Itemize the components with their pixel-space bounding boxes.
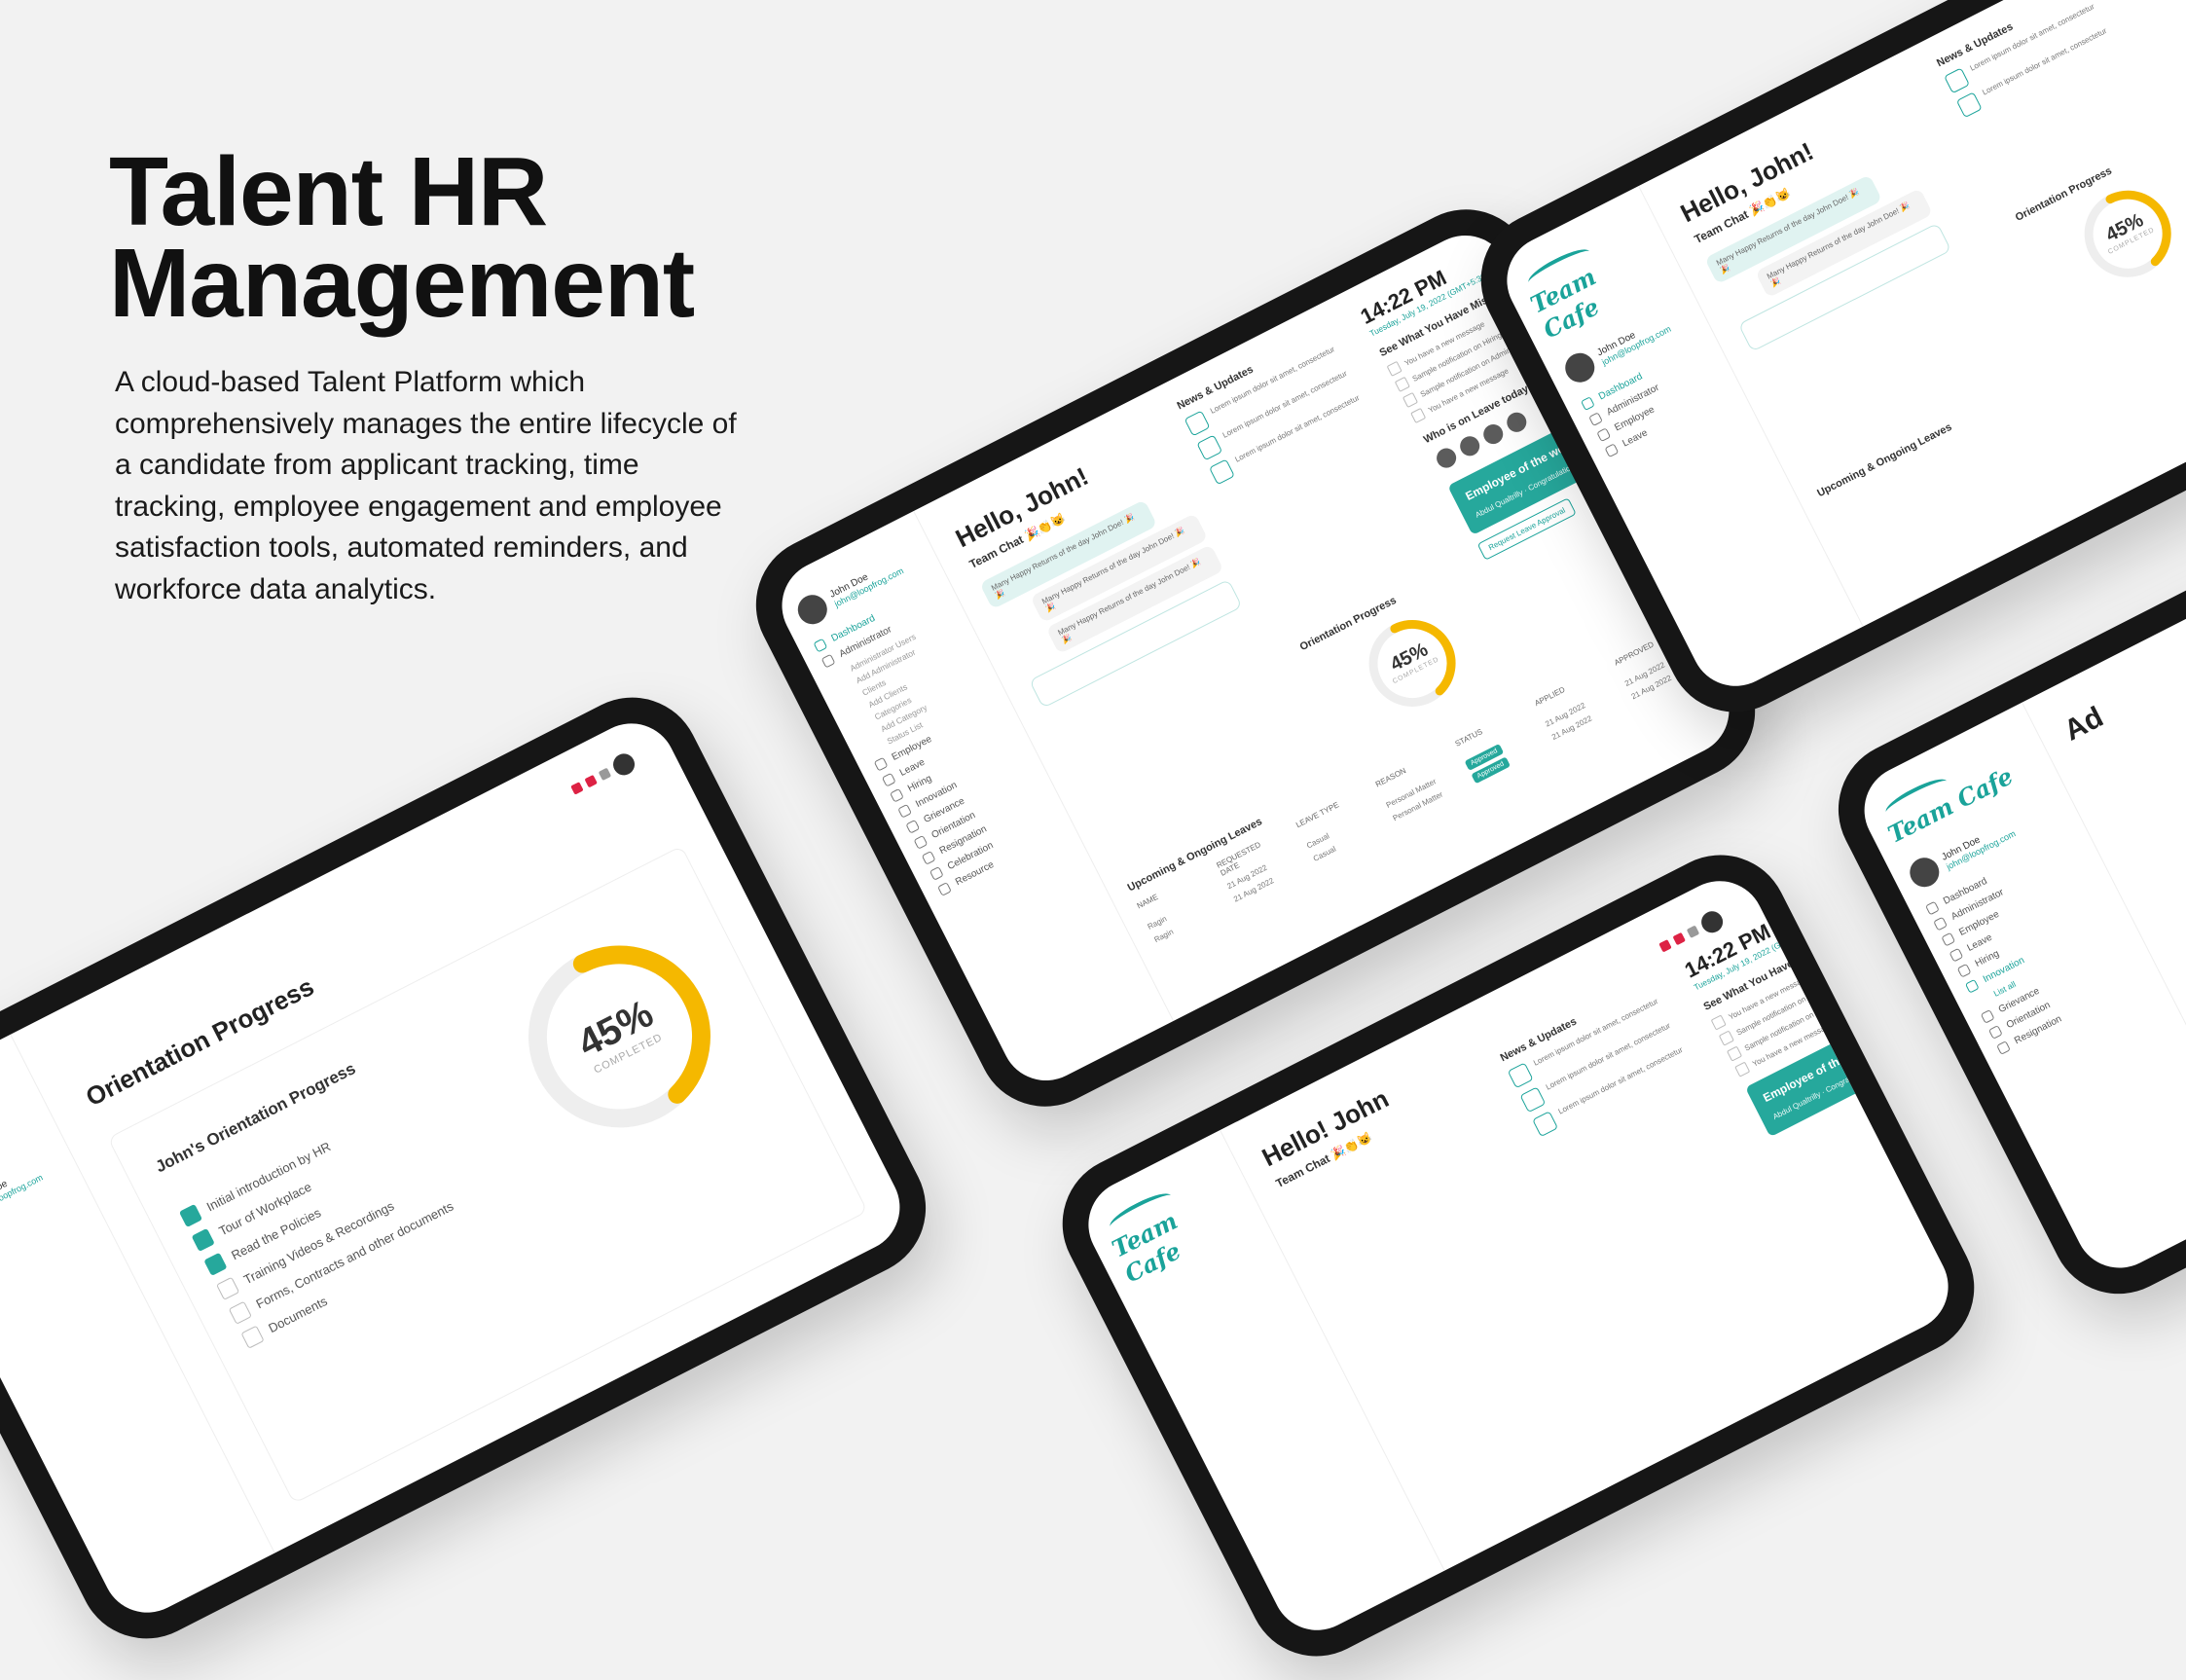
- megaphone-icon[interactable]: [570, 782, 584, 795]
- avatar: [792, 590, 832, 630]
- chat-icon: [1980, 1009, 1995, 1024]
- orientation-card: John's Orientation Progress Initial intr…: [107, 845, 868, 1505]
- calendar-icon: [881, 772, 896, 787]
- hero-title-line-2: Management: [109, 229, 695, 338]
- news-icon: [1955, 91, 1983, 119]
- news-icon: [1532, 1111, 1559, 1138]
- hero-desc-line: A cloud-based Talent Platform which: [115, 366, 586, 398]
- briefcase-icon: [890, 787, 904, 803]
- user-icon: [1941, 931, 1956, 947]
- hero-desc-line: comprehensively manages the entire lifec…: [115, 407, 737, 440]
- calendar-icon: [1949, 947, 1964, 963]
- briefcase-icon: [1956, 963, 1972, 978]
- calendar-icon: [1604, 443, 1620, 458]
- topbar-icons: [567, 749, 638, 800]
- gift-icon: [929, 866, 944, 881]
- compass-icon: [913, 834, 929, 850]
- bulb-icon: [897, 803, 913, 819]
- hero-desc-line: workforce data analytics.: [115, 572, 437, 605]
- hero-title-line-1: Talent HR: [109, 137, 548, 246]
- page-title: Ad: [2058, 701, 2109, 748]
- bulb-icon: [1964, 978, 1980, 994]
- folder-icon: [937, 882, 952, 896]
- avatar[interactable]: [609, 749, 638, 780]
- avatar[interactable]: [1501, 406, 1533, 438]
- news-icon: [1196, 434, 1223, 461]
- checkbox-checked-icon[interactable]: [203, 1252, 228, 1276]
- gear-icon: [1588, 412, 1603, 427]
- grid-icon: [813, 638, 828, 653]
- chat-icon: [905, 819, 921, 834]
- grid-icon: [1925, 900, 1940, 916]
- news-icon: [1507, 1062, 1534, 1089]
- checkbox-icon[interactable]: [216, 1276, 240, 1300]
- grid-icon: [1580, 396, 1595, 412]
- news-icon: [1519, 1086, 1547, 1114]
- compass-icon: [1987, 1025, 2003, 1040]
- hero-desc-line: tracking, employee engagement and employ…: [115, 490, 722, 523]
- news-section: News & Updates Lorem ipsum dolor sit ame…: [1935, 0, 2133, 125]
- hero-desc-line: satisfaction tools, automated reminders,…: [115, 531, 688, 564]
- door-icon: [1996, 1041, 2011, 1055]
- progress-ring-large: 45% COMPLETED: [482, 899, 756, 1174]
- user-icon: [873, 756, 889, 772]
- hero-desc-line: a candidate from applicant tracking, tim…: [115, 449, 639, 481]
- door-icon: [921, 850, 936, 865]
- user-profile[interactable]: John Doe john@loopfrog.com: [0, 1150, 64, 1236]
- checkbox-checked-icon[interactable]: [178, 1203, 203, 1228]
- avatar: [1905, 853, 1945, 893]
- checkbox-icon[interactable]: [228, 1300, 252, 1325]
- bell-icon[interactable]: [584, 774, 598, 788]
- hero-title: Talent HR Management: [109, 137, 695, 338]
- gear-icon: [1933, 916, 1948, 931]
- user-icon: [1596, 427, 1612, 443]
- avatar: [1560, 347, 1600, 387]
- clock-icon[interactable]: [598, 767, 612, 782]
- tablet-screen: Team Cafe John Doe john@loopfrog.com Ori…: [0, 708, 916, 1628]
- orientation-progress-card: Orientation Progress 45% COMPLETED: [2014, 129, 2186, 319]
- sidebar-item-label: Leave: [1621, 427, 1650, 450]
- checkbox-checked-icon[interactable]: [191, 1227, 215, 1253]
- hero-description: A cloud-based Talent Platform which comp…: [115, 362, 796, 610]
- gear-icon: [820, 653, 836, 669]
- tablet-orientation: Team Cafe John Doe john@loopfrog.com Ori…: [0, 674, 950, 1662]
- checkbox-icon[interactable]: [240, 1325, 265, 1349]
- news-icon: [1209, 458, 1235, 486]
- team-cafe-logo[interactable]: Team Cafe: [1100, 1162, 1253, 1288]
